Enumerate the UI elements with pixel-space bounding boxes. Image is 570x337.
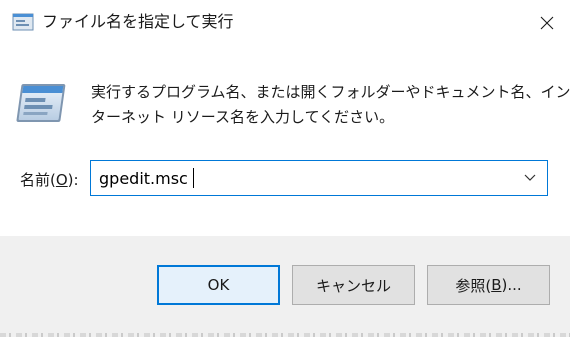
- chevron-down-icon: [524, 174, 536, 181]
- program-name-combobox[interactable]: [90, 160, 548, 196]
- dropdown-button[interactable]: [513, 161, 547, 195]
- browse-label-suffix: )...: [501, 276, 522, 294]
- title-bar[interactable]: ファイル名を指定して実行: [0, 0, 570, 46]
- button-bar: OK キャンセル 参照(B)...: [0, 236, 570, 337]
- run-dialog: ファイル名を指定して実行 実行するプログラム名、または開くフォルダーやドキュメン…: [0, 0, 570, 337]
- dialog-content: 実行するプログラム名、または開くフォルダーやドキュメント名、イン ターネット リ…: [0, 46, 570, 236]
- name-label: 名前(O):: [20, 169, 79, 191]
- name-label-suffix: ):: [67, 171, 79, 189]
- close-button[interactable]: [524, 0, 570, 46]
- ok-button[interactable]: OK: [157, 265, 280, 305]
- description-line-1: 実行するプログラム名、または開くフォルダーやドキュメント名、イン: [91, 83, 570, 101]
- run-dialog-icon: [12, 13, 34, 35]
- dialog-description: 実行するプログラム名、または開くフォルダーやドキュメント名、イン ターネット リ…: [91, 80, 570, 130]
- cancel-button[interactable]: キャンセル: [292, 265, 415, 305]
- browse-label-prefix: 参照(: [455, 276, 492, 295]
- browse-button[interactable]: 参照(B)...: [427, 265, 550, 305]
- description-line-2: ターネット リソース名を入力してください。: [91, 108, 395, 126]
- close-icon: [540, 16, 554, 30]
- name-label-access-key: O: [55, 171, 68, 189]
- run-program-icon: [16, 81, 68, 129]
- program-name-input[interactable]: [91, 161, 511, 195]
- name-label-prefix: 名前(: [20, 171, 56, 189]
- browse-access-key: B: [491, 276, 502, 294]
- window-title: ファイル名を指定して実行: [42, 12, 234, 31]
- bottom-edge-strip: [0, 333, 570, 337]
- text-caret: [193, 168, 194, 188]
